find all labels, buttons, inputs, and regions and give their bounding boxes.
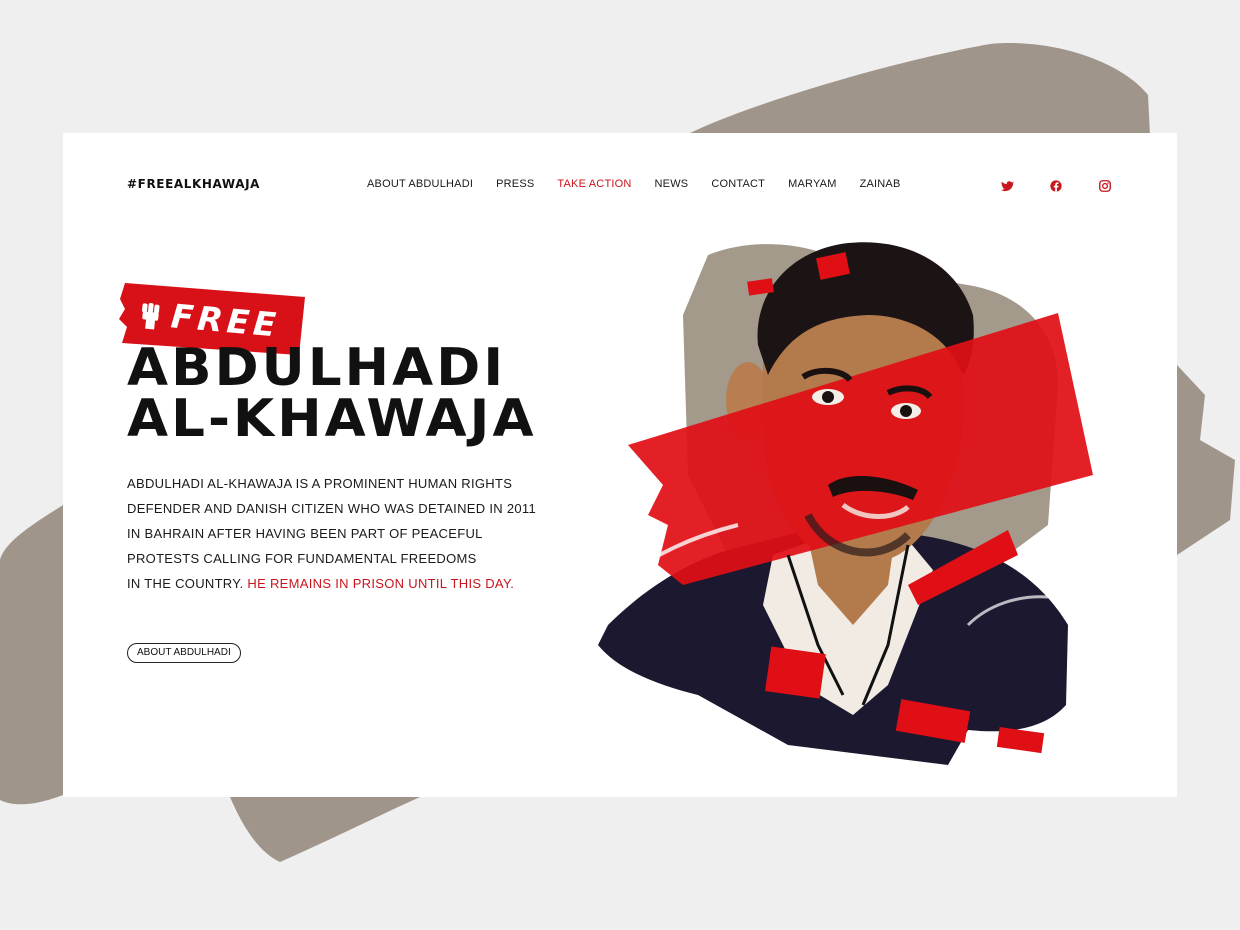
- portrait-illustration: [598, 242, 1093, 765]
- description-line: ABDULHADI AL-KHAWAJA IS A PROMINENT HUMA…: [127, 476, 513, 491]
- description-line: PROTESTS CALLING FOR FUNDAMENTAL FREEDOM…: [127, 551, 477, 566]
- nav-item-contact[interactable]: CONTACT: [711, 178, 765, 190]
- description-line: IN THE COUNTRY.: [127, 576, 244, 591]
- nav-item-maryam[interactable]: MARYAM: [788, 178, 836, 190]
- social-links: [998, 177, 1114, 195]
- nav-item-press[interactable]: PRESS: [496, 178, 534, 190]
- nav-item-take-action[interactable]: TAKE ACTION: [557, 178, 631, 190]
- facebook-icon[interactable]: [1047, 177, 1065, 195]
- instagram-icon[interactable]: [1096, 177, 1114, 195]
- nav-item-news[interactable]: NEWS: [655, 178, 689, 190]
- hero-card: #FREEALKHAWAJA ABOUT ABDULHADI PRESS TAK…: [63, 133, 1177, 797]
- about-abdulhadi-button[interactable]: ABOUT ABDULHADI: [127, 643, 241, 663]
- description-line: IN BAHRAIN AFTER HAVING BEEN PART OF PEA…: [127, 526, 483, 541]
- nav-item-zainab[interactable]: ZAINAB: [860, 178, 901, 190]
- hero-title: ABDULHADI AL-KHAWAJA: [127, 338, 537, 449]
- nav-item-about-abdulhadi[interactable]: ABOUT ABDULHADI: [367, 178, 473, 190]
- main-nav: ABOUT ABDULHADI PRESS TAKE ACTION NEWS C…: [367, 178, 924, 190]
- hero-description: ABDULHADI AL-KHAWAJA IS A PROMINENT HUMA…: [127, 471, 547, 596]
- hero-title-line-2: AL-KHAWAJA: [127, 389, 537, 449]
- twitter-icon[interactable]: [998, 177, 1016, 195]
- hero-title-line-1: ABDULHADI: [127, 338, 507, 398]
- description-line: DEFENDER AND DANISH CITIZEN WHO WAS DETA…: [127, 501, 537, 516]
- site-logo[interactable]: #FREEALKHAWAJA: [127, 177, 260, 191]
- description-highlight: HE REMAINS IN PRISON UNTIL THIS DAY.: [247, 576, 515, 591]
